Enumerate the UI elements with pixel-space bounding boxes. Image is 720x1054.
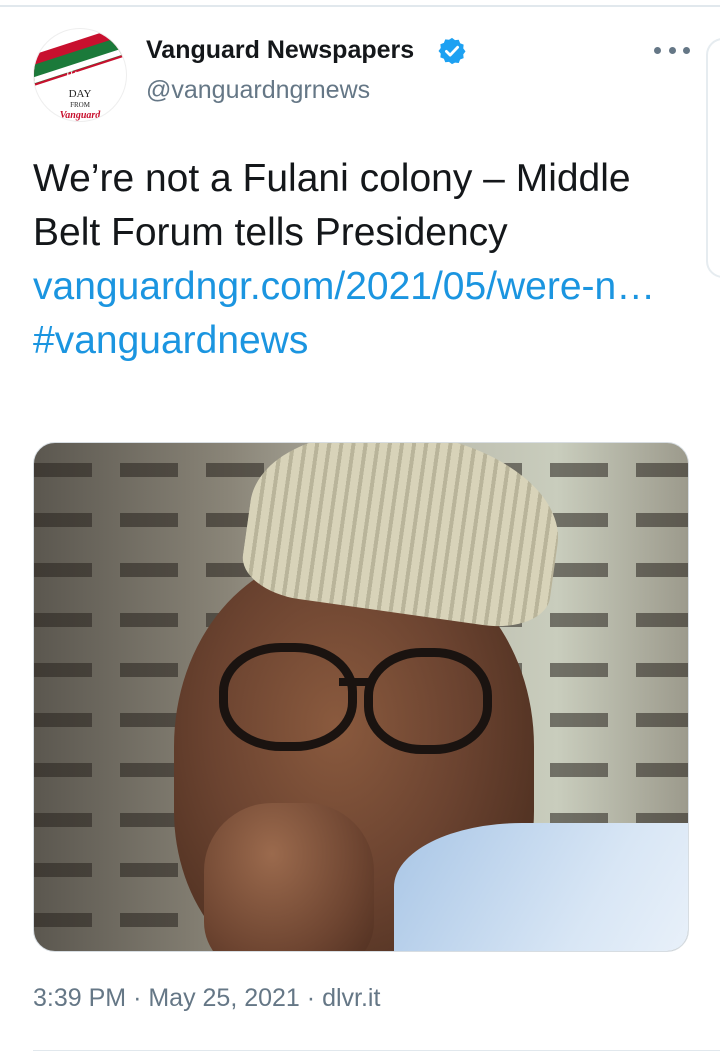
dot — [654, 46, 661, 54]
dot — [683, 46, 690, 54]
avatar-text: INDEPENDENCE — [50, 79, 110, 88]
adjacent-card-edge — [706, 38, 720, 278]
tweet-hashtag[interactable]: #vanguardnews — [33, 319, 308, 362]
glasses-lens — [364, 648, 492, 754]
glasses-bridge — [339, 678, 369, 686]
tweet-metadata: 3:39 PM · May 25, 2021 · dlvr.it — [33, 984, 380, 1013]
glasses-lens — [219, 643, 357, 751]
separator: · — [133, 984, 142, 1012]
verified-badge-icon — [438, 37, 466, 65]
tweet-time[interactable]: 3:39 PM — [33, 984, 126, 1012]
avatar-text: FROM — [70, 101, 90, 109]
tweet-body: We’re not a Fulani colony – Middle Belt … — [33, 157, 631, 254]
bottom-divider — [33, 1050, 720, 1051]
tweet-text: We’re not a Fulani colony – Middle Belt … — [33, 152, 703, 368]
dot — [668, 46, 676, 54]
author-handle[interactable]: @vanguardngrnews — [146, 76, 370, 105]
photo-subject-hand — [204, 803, 374, 951]
photo-subject-robe — [394, 823, 688, 951]
avatar-text: DAY — [68, 88, 92, 100]
tweet-link[interactable]: vanguardngr.com/2021/05/were-n… — [33, 265, 655, 308]
author-display-name[interactable]: Vanguard Newspapers — [146, 36, 414, 65]
more-options-icon[interactable] — [654, 38, 690, 62]
tweet-date[interactable]: May 25, 2021 — [148, 984, 300, 1012]
tweet-media-image[interactable] — [33, 442, 689, 952]
tweet-source[interactable]: dlvr.it — [322, 984, 380, 1012]
avatar-text: Vanguard — [59, 110, 101, 121]
avatar[interactable]: HAPPY INDEPENDENCE DAY FROM Vanguard — [33, 28, 127, 122]
separator: · — [306, 984, 316, 1012]
top-divider — [0, 5, 720, 7]
